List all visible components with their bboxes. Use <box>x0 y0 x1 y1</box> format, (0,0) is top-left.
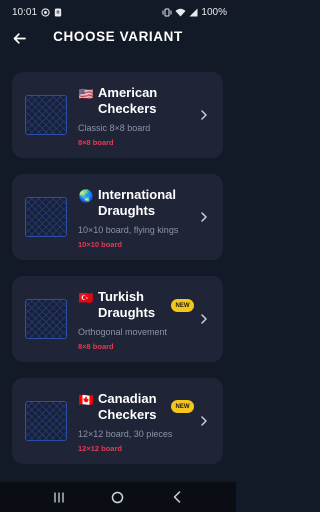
variant-list: 🇺🇸 American Checkers Classic 8×8 board 8… <box>12 72 223 480</box>
battery-percent: 100% <box>201 6 227 18</box>
variant-name: Canadian Checkers <box>98 391 157 423</box>
globe-icon: 🌏 <box>78 189 94 203</box>
flag-icon: 🇹🇷 <box>78 291 94 305</box>
board-thumbnail <box>25 299 67 339</box>
chevron-right-icon <box>199 415 209 427</box>
variant-name-line2: Draughts <box>98 203 156 218</box>
board-thumbnail <box>25 401 67 441</box>
home-icon <box>111 491 124 504</box>
board-size-label: 12×12 board <box>78 444 122 453</box>
status-left-group: 10:01 <box>12 7 62 18</box>
status-right-group: 100% <box>162 7 227 18</box>
variant-name: American Checkers <box>98 85 157 117</box>
variant-info: 🇺🇸 American Checkers Classic 8×8 board 8… <box>78 85 198 147</box>
chevron-right-icon <box>199 109 209 121</box>
variant-name-line2: Draughts <box>98 305 156 320</box>
system-nav-bar <box>0 482 236 512</box>
page-title: CHOOSE VARIANT <box>53 29 183 44</box>
board-size-label: 8×8 board <box>78 138 114 147</box>
variant-description: 10×10 board, flying kings <box>78 225 179 235</box>
variant-name-line1: American <box>98 85 158 100</box>
new-badge: NEW <box>171 400 194 413</box>
status-bar: 10:01 100% <box>0 0 236 24</box>
notification-icon <box>54 7 62 17</box>
vibrate-icon <box>162 8 172 17</box>
home-button[interactable] <box>106 487 130 507</box>
wifi-icon <box>175 8 186 17</box>
board-thumbnail <box>25 197 67 237</box>
back-chevron-icon <box>173 491 181 503</box>
recent-apps-icon <box>53 491 65 503</box>
status-time: 10:01 <box>12 6 38 18</box>
variant-card-turkish-draughts[interactable]: 🇹🇷 Turkish Draughts Orthogonal movement … <box>12 276 223 362</box>
variant-description: Classic 8×8 board <box>78 123 151 133</box>
variant-card-american-checkers[interactable]: 🇺🇸 American Checkers Classic 8×8 board 8… <box>12 72 223 158</box>
variant-name-line2: Checkers <box>98 407 157 422</box>
variant-name: Turkish Draughts <box>98 289 155 321</box>
variant-description: 12×12 board, 30 pieces <box>78 429 173 439</box>
variant-name-line1: Turkish <box>98 289 144 304</box>
sync-icon <box>41 7 50 17</box>
variant-name-line1: International <box>98 187 177 202</box>
flag-icon: 🇺🇸 <box>78 87 94 101</box>
board-size-label: 10×10 board <box>78 240 122 249</box>
chevron-right-icon <box>199 313 209 325</box>
variant-description: Orthogonal movement <box>78 327 168 337</box>
flag-icon: 🇨🇦 <box>78 393 94 407</box>
header: CHOOSE VARIANT <box>0 24 236 52</box>
variant-name-row: 🌏 International Draughts <box>78 187 198 219</box>
chevron-right-icon <box>199 211 209 223</box>
signal-icon <box>189 8 198 17</box>
board-thumbnail <box>25 95 67 135</box>
variant-name: International Draughts <box>98 187 176 219</box>
board-size-label: 8×8 board <box>78 342 114 351</box>
back-nav-button[interactable] <box>165 487 189 507</box>
variant-card-international-draughts[interactable]: 🌏 International Draughts 10×10 board, fl… <box>12 174 223 260</box>
variant-name-row: 🇺🇸 American Checkers <box>78 85 198 117</box>
variant-name-line2: Checkers <box>98 101 157 116</box>
variant-card-canadian-checkers[interactable]: 🇨🇦 Canadian Checkers 12×12 board, 30 pie… <box>12 378 223 464</box>
variant-name-line1: Canadian <box>98 391 157 406</box>
recent-apps-button[interactable] <box>47 487 71 507</box>
variant-info: 🌏 International Draughts 10×10 board, fl… <box>78 187 198 249</box>
new-badge: NEW <box>171 299 194 312</box>
